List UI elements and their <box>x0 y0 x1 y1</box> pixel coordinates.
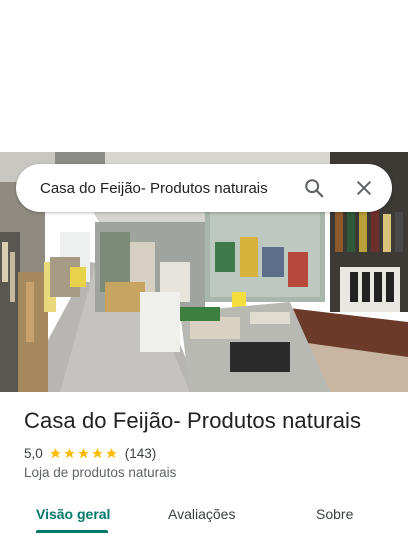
rating-value: 5,0 <box>24 445 43 461</box>
place-category: Loja de produtos naturais <box>24 465 177 480</box>
place-title: Casa do Feijão- Produtos naturais <box>24 408 362 433</box>
review-count[interactable]: (143) <box>125 446 157 461</box>
rating-stars <box>49 447 119 460</box>
search-input[interactable]: Casa do Feijão- Produtos naturais <box>40 180 298 197</box>
star-icon <box>105 447 117 458</box>
star-icon <box>77 447 89 458</box>
star-icon <box>49 447 61 458</box>
place-details-page: Casa do Feijão- Produtos naturais Casa d… <box>0 0 408 544</box>
star-icon <box>91 447 103 458</box>
tab-about[interactable]: Sobre <box>316 496 353 532</box>
tab-overview[interactable]: Visão geral <box>36 496 110 532</box>
search-bar[interactable]: Casa do Feijão- Produtos naturais <box>16 164 392 212</box>
rating-row[interactable]: 5,0 (143) <box>24 444 156 462</box>
active-tab-indicator <box>36 530 108 533</box>
place-tabs: Visão geral Avaliações Sobre <box>0 496 408 536</box>
star-icon <box>63 447 75 458</box>
close-icon[interactable] <box>348 172 380 204</box>
tab-reviews[interactable]: Avaliações <box>168 496 235 532</box>
search-icon[interactable] <box>298 172 330 204</box>
